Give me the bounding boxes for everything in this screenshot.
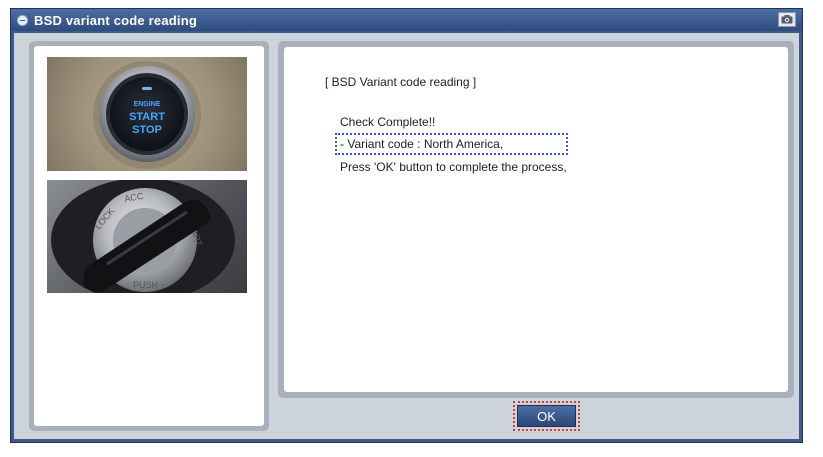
ignition-key-cylinder-photo: LOCK ACC START PUSH [47,180,247,293]
window-menu-icon[interactable] [17,14,28,26]
stop-label: STOP [132,124,162,136]
window-title: BSD variant code reading [34,12,198,28]
check-complete-text: Check Complete!! [340,115,436,129]
image-panel: ENGINE START STOP LOCK ACC START PUSH [29,41,269,431]
engine-start-stop-button-photo: ENGINE START STOP [47,57,247,171]
camera-icon[interactable] [778,12,796,27]
push-label: PUSH [133,280,158,290]
ok-button[interactable]: OK [513,401,580,431]
engine-label: ENGINE [134,101,161,108]
instruction-text: Press 'OK' button to complete the proces… [340,160,567,174]
variant-code-text: - Variant code : North America, [340,137,504,151]
message-heading: [ BSD Variant code reading ] [325,75,477,89]
title-bar: BSD variant code reading [11,9,802,31]
bsd-variant-dialog: BSD variant code reading ENGINE START ST… [10,8,803,443]
start-label: START [129,111,165,123]
image-panel-inner: ENGINE START STOP LOCK ACC START PUSH [34,46,264,426]
message-panel: [ BSD Variant code reading ] Check Compl… [278,41,794,398]
dialog-body: ENGINE START STOP LOCK ACC START PUSH [… [14,33,799,439]
message-area: [ BSD Variant code reading ] Check Compl… [284,47,788,392]
